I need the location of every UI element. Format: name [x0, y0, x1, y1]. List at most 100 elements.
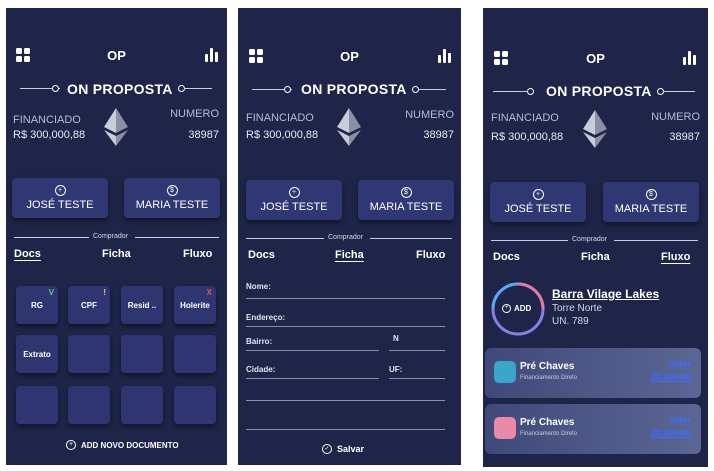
comprador-rule-left	[491, 240, 568, 241]
dollar-circle-icon: $	[400, 187, 412, 198]
doc-tile-holerite[interactable]: Holerite X	[174, 286, 216, 324]
financed-label: FINANCIADO	[246, 112, 314, 124]
doc-tile-label: Extrato	[23, 349, 51, 359]
save-button[interactable]: ✓ Salvar	[322, 444, 364, 454]
doc-tile-label: Holerite	[180, 300, 210, 310]
fluxo-screen: OP ON PROPOSTA FINANCIADO R$ 300,000,88 …	[483, 8, 708, 467]
check-mark-icon: V	[48, 288, 54, 297]
card-subtitle: Financiamento Direto	[520, 431, 578, 437]
doc-tile-label: RG	[31, 300, 43, 310]
doc-tile-empty[interactable]	[16, 386, 58, 424]
plus-circle-icon: +	[54, 185, 66, 196]
card-value-amount: 20.000,00	[650, 428, 691, 438]
doc-tile-empty[interactable]	[68, 335, 110, 373]
title-rule-right	[184, 88, 212, 89]
doc-tile-empty[interactable]	[68, 386, 110, 424]
person-button-jose[interactable]: + JOSÉ TESTE	[490, 182, 586, 222]
person-button-maria[interactable]: $ MARIA TESTE	[124, 178, 220, 218]
app-title: OP	[340, 49, 359, 64]
numero-field[interactable]	[389, 350, 445, 351]
doc-tile-rg[interactable]: RG V	[16, 286, 58, 324]
tab-docs[interactable]: Docs	[14, 248, 41, 260]
plus-circle-icon: +	[288, 187, 300, 198]
doc-tile-cpf[interactable]: CPF !	[68, 286, 110, 324]
doc-tile-empty[interactable]	[174, 335, 216, 373]
doc-tile-label: CPF	[81, 300, 97, 310]
tab-ficha[interactable]: Ficha	[581, 251, 610, 263]
chart-bars-icon[interactable]	[205, 48, 219, 62]
property-tower: Torre Norte	[552, 303, 603, 314]
person-name: MARIA TESTE	[369, 201, 443, 213]
number-value: 38987	[188, 129, 219, 141]
title-rule-right	[418, 89, 446, 90]
comprador-rule-right	[614, 240, 698, 241]
dollar-circle-icon: $	[166, 185, 178, 196]
comprador-label: Comprador	[328, 234, 364, 241]
app-title: OP	[586, 51, 605, 66]
person-name: MARIA TESTE	[135, 199, 209, 211]
check-circle-icon: ✓	[322, 444, 332, 454]
doc-tile-empty[interactable]	[121, 386, 163, 424]
tab-docs[interactable]: Docs	[493, 251, 520, 263]
card-value-amount: 20.000,00	[650, 372, 691, 382]
doc-tile-residencia[interactable]: Resid ..	[121, 286, 163, 324]
tab-fluxo[interactable]: Fluxo	[416, 249, 445, 261]
rule-dot-left	[52, 85, 59, 92]
proposal-title: ON PROPOSTA	[301, 81, 407, 97]
nome-label: Nome:	[246, 282, 271, 291]
plus-circle-icon: +	[532, 189, 544, 200]
financed-value: R$ 300,000,88	[13, 129, 86, 141]
bairro-field[interactable]	[246, 350, 379, 351]
card-value-label: Valor	[668, 359, 691, 369]
proposal-title: ON PROPOSTA	[67, 81, 173, 97]
person-name: JOSÉ TESTE	[260, 201, 328, 213]
card-value: Valor 20.000,00	[651, 358, 691, 384]
number-label: NUMERO	[651, 111, 700, 123]
shapes-icon	[494, 361, 516, 383]
cidade-label: Cidade:	[246, 365, 276, 374]
person-button-jose[interactable]: + JOSÉ TESTE	[12, 178, 108, 218]
nome-field[interactable]	[246, 298, 445, 299]
cidade-field[interactable]	[246, 378, 379, 379]
person-button-maria[interactable]: $ MARIA TESTE	[603, 182, 699, 222]
uf-field[interactable]	[389, 378, 445, 379]
tab-fluxo[interactable]: Fluxo	[661, 251, 690, 263]
extra-field-line[interactable]	[246, 400, 445, 401]
number-value: 38987	[423, 129, 454, 141]
plus-circle-icon: +	[66, 440, 76, 450]
chart-bars-icon[interactable]	[438, 49, 452, 63]
comprador-rule-right	[370, 238, 452, 239]
person-button-maria[interactable]: $ MARIA TESTE	[358, 180, 454, 220]
add-property-button[interactable]: + ADD	[502, 304, 531, 313]
chart-bars-icon[interactable]	[683, 51, 697, 65]
card-value: Valor 20.000,00	[651, 414, 691, 440]
doc-tile-empty[interactable]	[174, 386, 216, 424]
comprador-rule-right	[135, 237, 219, 238]
financed-label: FINANCIADO	[13, 114, 81, 126]
person-name: MARIA TESTE	[614, 203, 688, 215]
number-value: 38987	[669, 131, 700, 143]
flame-icon	[494, 417, 516, 439]
docs-screen: OP ON PROPOSTA FINANCIADO R$ 300,000,88 …	[6, 8, 227, 465]
extra-field-line[interactable]	[246, 429, 445, 430]
ficha-screen: OP ON PROPOSTA FINANCIADO R$ 300,000,88 …	[238, 8, 461, 465]
tab-ficha[interactable]: Ficha	[102, 248, 131, 260]
financed-label: FINANCIADO	[491, 112, 559, 124]
payment-card[interactable]: Pré Chaves Financiamento Direto Valor 20…	[485, 404, 701, 454]
comprador-label: Comprador	[572, 236, 608, 243]
payment-card[interactable]: Pré Chaves Financiamento Direto Valor 20…	[485, 348, 701, 398]
doc-tile-extrato[interactable]: Extrato	[16, 335, 58, 373]
add-document-label: ADD NOVO DOCUMENTO	[81, 440, 179, 450]
property-name-link[interactable]: Barra Vilage Lakes	[552, 287, 659, 301]
person-button-jose[interactable]: + JOSÉ TESTE	[246, 180, 342, 220]
doc-tile-empty[interactable]	[121, 335, 163, 373]
comprador-rule-left	[246, 238, 324, 239]
endereco-field[interactable]	[246, 326, 445, 327]
tab-ficha[interactable]: Ficha	[335, 249, 364, 261]
add-document-button[interactable]: + ADD NOVO DOCUMENTO	[66, 440, 179, 450]
tab-docs[interactable]: Docs	[248, 249, 275, 261]
tab-fluxo[interactable]: Fluxo	[183, 248, 212, 260]
add-label: ADD	[514, 304, 532, 313]
numero-label: N	[393, 334, 399, 343]
error-mark-icon: X	[206, 288, 212, 297]
